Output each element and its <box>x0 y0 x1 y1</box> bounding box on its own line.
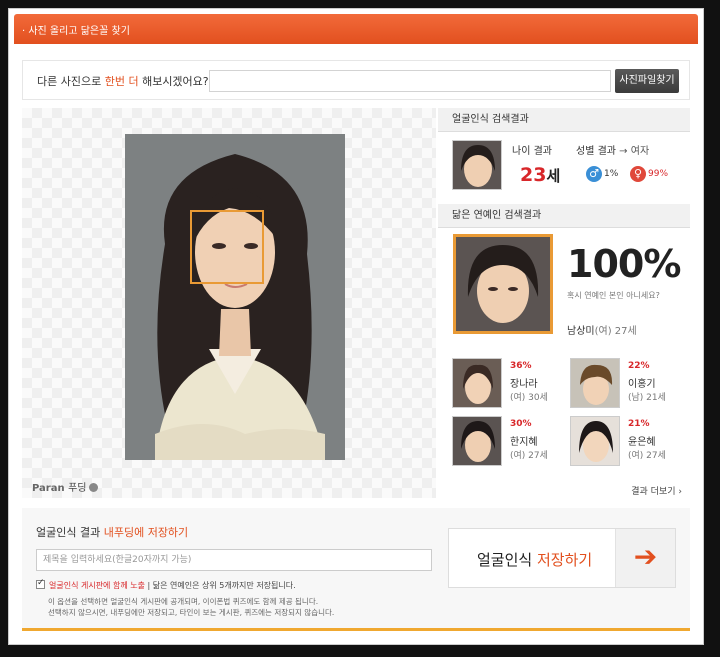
age-value: 23세 <box>520 164 561 186</box>
title-input[interactable]: 제목을 입력하세요(한글20자까지 가능) <box>36 549 432 571</box>
male-percent: 1% <box>604 169 619 179</box>
arrow-right-icon: ➔ <box>615 529 675 587</box>
list-item[interactable]: 36% 장나라 (여) 30세 <box>452 358 572 410</box>
top-match: 100% 혹시 연예인 본인 아니세요? 남상미(여) 27세 <box>438 228 690 354</box>
match-photo <box>570 358 620 408</box>
file-path-input[interactable] <box>209 70 611 92</box>
save-button[interactable]: 얼굴인식 저장하기 ➔ <box>448 528 676 588</box>
option-note-1: 이 옵션을 선택하면 얼굴인식 게시판에 공개되며, 이이폰법 퀴즈에도 함께 … <box>48 597 319 606</box>
top-match-question: 혹시 연예인 본인 아니세요? <box>567 291 660 300</box>
option-note-2: 선택하지 않으시면, 내푸딩에만 저장되고, 타인이 보는 게시판, 퀴즈에는 … <box>48 608 335 617</box>
upload-prompt: 다른 사진으로 한번 더 해보시겠어요? <box>37 75 209 88</box>
share-option: 얼굴인식 게시판에 함께 노출 | 닮은 연예인은 상위 5개까지만 저장됩니다… <box>36 578 296 591</box>
age-sex-result: 나이 결과 23세 성별 결과 → 여자 ♂ 1% ♀ 99% <box>438 132 690 204</box>
age-label: 나이 결과 <box>512 146 552 157</box>
bottom-accent-line <box>22 628 690 631</box>
sex-label: 성별 결과 → 여자 <box>576 146 650 157</box>
top-match-name: 남상미(여) 27세 <box>567 326 637 337</box>
upload-bar: 다른 사진으로 한번 더 해보시겠어요? 사진파일찾기 <box>22 60 690 100</box>
page-title: · 사진 올리고 닮은꼴 찾기 <box>22 26 130 37</box>
uploaded-photo <box>125 134 345 460</box>
face-detection-box <box>190 210 264 284</box>
top-match-photo[interactable] <box>453 234 553 334</box>
find-photo-button[interactable]: 사진파일찾기 <box>615 69 679 93</box>
page-header: · 사진 올리고 닮은꼴 찾기 <box>14 14 698 44</box>
list-item[interactable]: 22% 이홍기 (남) 21세 <box>570 358 690 410</box>
save-section: 얼굴인식 결과 내푸딩에 저장하기 제목을 입력하세요(한글20자까지 가능) … <box>22 508 690 628</box>
match-photo <box>452 358 502 408</box>
pudding-icon <box>88 483 98 492</box>
more-results-link[interactable]: 결과 더보기 › <box>631 484 682 497</box>
face-result-title: 얼굴인식 검색결과 <box>438 108 690 132</box>
match-photo <box>452 416 502 466</box>
match-photo <box>570 416 620 466</box>
other-matches: 36% 장나라 (여) 30세 22% 이홍기 (남) 21세 30% 한지혜 … <box>438 354 690 498</box>
list-item[interactable]: 30% 한지혜 (여) 27세 <box>452 416 572 468</box>
paran-logo: Paran 푸딩 <box>32 479 98 494</box>
save-title: 얼굴인식 결과 내푸딩에 저장하기 <box>36 526 189 539</box>
face-thumbnail <box>452 140 502 190</box>
results-panel: 얼굴인식 검색결과 나이 결과 23세 성별 결과 → 여자 ♂ 1% ♀ 99… <box>438 108 690 498</box>
list-item[interactable]: 21% 윤은혜 (여) 27세 <box>570 416 690 468</box>
share-checkbox[interactable] <box>36 578 45 589</box>
female-percent: 99% <box>648 169 669 179</box>
male-symbol-icon: ♂ <box>586 166 602 182</box>
female-symbol-icon: ♀ <box>630 166 646 182</box>
top-match-percent: 100% <box>567 242 681 286</box>
celeb-result-title: 닮은 연예인 검색결과 <box>438 204 690 228</box>
save-button-label: 얼굴인식 저장하기 <box>477 551 593 569</box>
photo-area: Paran 푸딩 <box>22 108 436 498</box>
